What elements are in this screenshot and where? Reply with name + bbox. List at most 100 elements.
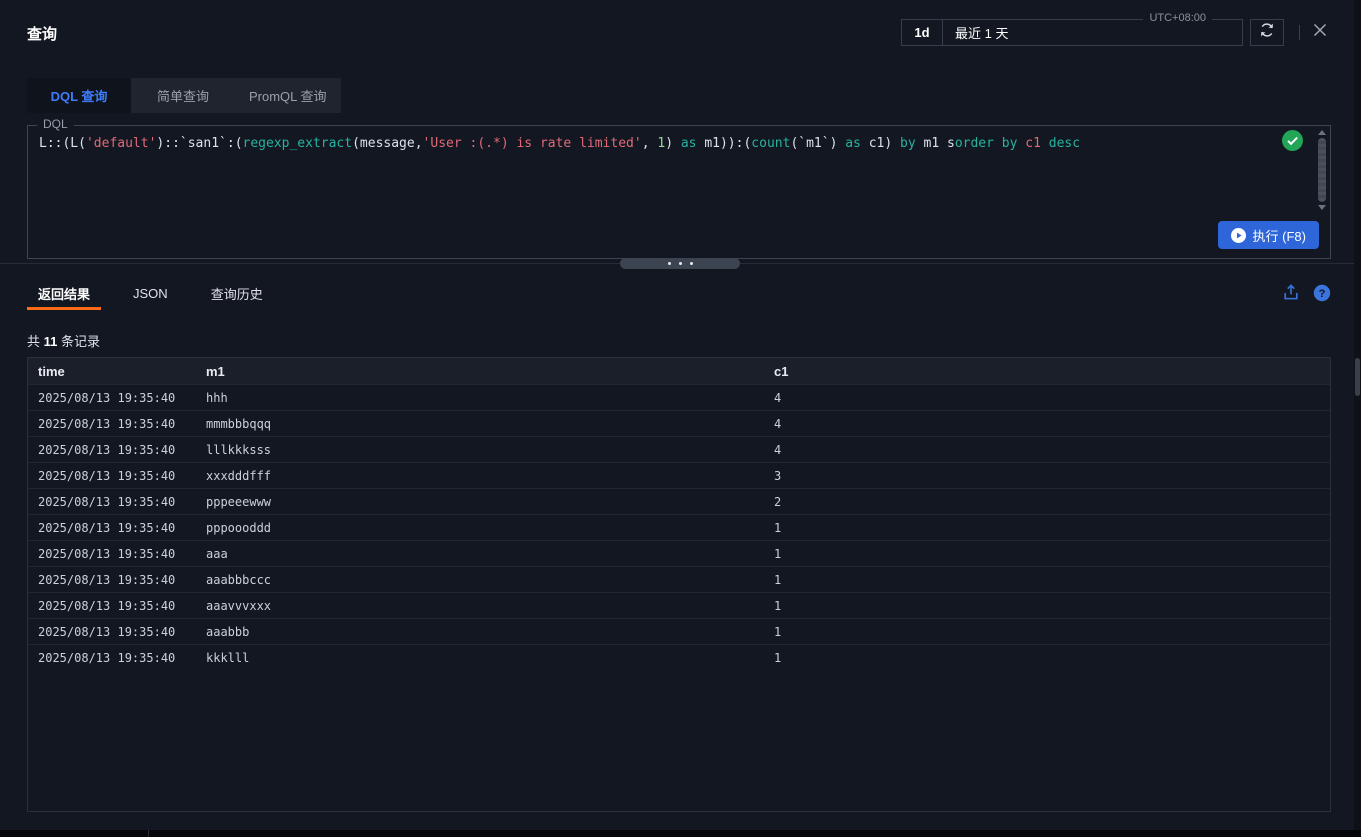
table-cell-m1: kkklll <box>206 651 774 665</box>
table-cell-m1: mmmbbbqqq <box>206 417 774 431</box>
bottom-edge-strip <box>0 830 1361 837</box>
editor-scrollbar-thumb[interactable] <box>1318 138 1326 202</box>
query-token: desc <box>1049 136 1080 151</box>
time-range-label[interactable]: 最近 1 天 <box>943 23 1008 42</box>
query-token: by <box>1002 136 1018 151</box>
query-token: (message, <box>352 136 422 151</box>
table-cell-time: 2025/08/13 19:35:40 <box>28 651 206 665</box>
query-token: order <box>955 136 994 151</box>
editor-scrollbar[interactable] <box>1316 128 1328 212</box>
time-range-picker[interactable]: 1d 最近 1 天 UTC+08:00 <box>901 19 1243 46</box>
table-cell-m1: hhh <box>206 391 774 405</box>
table-cell-m1: pppeeewww <box>206 495 774 509</box>
table-row: 2025/08/13 19:35:40hhh4 <box>28 384 1330 410</box>
time-duration-badge[interactable]: 1d <box>902 20 943 45</box>
play-icon <box>1231 228 1246 243</box>
execute-button-label: 执行 (F8) <box>1253 226 1306 245</box>
execute-button[interactable]: 执行 (F8) <box>1218 221 1319 249</box>
table-cell-c1: 1 <box>774 521 1330 535</box>
table-row: 2025/08/13 19:35:40kkklll1 <box>28 644 1330 670</box>
table-cell-c1: 4 <box>774 443 1330 457</box>
result-tab-json[interactable]: JSON <box>122 277 179 310</box>
table-cell-m1: lllkkksss <box>206 443 774 457</box>
table-row: 2025/08/13 19:35:40pppeeewww2 <box>28 488 1330 514</box>
table-cell-m1: xxxdddfff <box>206 469 774 483</box>
splitter-dot <box>690 262 693 265</box>
record-count-number: 11 <box>44 334 58 349</box>
valid-check-icon <box>1282 130 1303 151</box>
table-cell-c1: 1 <box>774 651 1330 665</box>
result-tab-result[interactable]: 返回结果 <box>27 277 101 310</box>
table-cell-time: 2025/08/13 19:35:40 <box>28 547 206 561</box>
results-table: timem1c1 2025/08/13 19:35:40hhh42025/08/… <box>27 357 1331 812</box>
query-token: count <box>751 136 790 151</box>
export-button[interactable] <box>1282 284 1300 302</box>
query-token: m1)):( <box>697 136 752 151</box>
query-token: m1 s <box>916 136 955 151</box>
scroll-up-icon[interactable] <box>1318 130 1326 135</box>
table-row: 2025/08/13 19:35:40xxxdddfff3 <box>28 462 1330 488</box>
help-button[interactable]: ? <box>1313 284 1331 302</box>
table-row: 2025/08/13 19:35:40aaavvvxxx1 <box>28 592 1330 618</box>
query-token: 'User :(.*) is rate limited' <box>423 136 642 151</box>
table-cell-time: 2025/08/13 19:35:40 <box>28 495 206 509</box>
scroll-down-icon[interactable] <box>1318 205 1326 210</box>
query-tabs: DQL 查询简单查询PromQL 查询 <box>27 78 341 113</box>
query-tab-dql[interactable]: DQL 查询 <box>27 78 131 113</box>
bottom-edge-divider <box>148 830 149 837</box>
query-token: by <box>900 136 916 151</box>
column-header-m1: m1 <box>206 364 774 379</box>
header-divider <box>1299 25 1300 40</box>
query-token: ) <box>665 136 681 151</box>
table-cell-m1: aaa <box>206 547 774 561</box>
query-tab-simple[interactable]: 简单查询 <box>131 78 235 113</box>
page-scrollbar-thumb[interactable] <box>1355 358 1360 396</box>
page-scrollbar[interactable] <box>1354 0 1361 830</box>
table-cell-c1: 1 <box>774 599 1330 613</box>
table-cell-c1: 1 <box>774 573 1330 587</box>
table-cell-c1: 2 <box>774 495 1330 509</box>
table-cell-time: 2025/08/13 19:35:40 <box>28 599 206 613</box>
query-token: 'default' <box>86 136 156 151</box>
query-token: 1 <box>657 136 665 151</box>
table-cell-c1: 4 <box>774 417 1330 431</box>
table-cell-m1: pppoooddd <box>206 521 774 535</box>
dql-query-input[interactable]: L::(L('default')::`san1`:(regexp_extract… <box>28 126 1312 212</box>
query-token: regexp_extract <box>243 136 353 151</box>
table-cell-c1: 1 <box>774 547 1330 561</box>
result-tabs: 返回结果 JSON 查询历史 <box>27 277 295 310</box>
query-token: L::(L( <box>39 136 86 151</box>
result-actions: ? <box>1282 284 1331 302</box>
refresh-button[interactable] <box>1250 19 1284 46</box>
table-cell-m1: aaavvvxxx <box>206 599 774 613</box>
close-button[interactable] <box>1309 22 1331 44</box>
refresh-icon <box>1259 22 1275 43</box>
svg-text:?: ? <box>1319 288 1326 300</box>
query-token <box>1041 136 1049 151</box>
query-token: as <box>681 136 697 151</box>
query-token: (`m1`) <box>790 136 845 151</box>
table-row: 2025/08/13 19:35:40pppoooddd1 <box>28 514 1330 540</box>
query-token: )::`san1`:( <box>156 136 242 151</box>
table-cell-c1: 4 <box>774 391 1330 405</box>
query-tab-promql[interactable]: PromQL 查询 <box>235 78 341 113</box>
page-title: 查询 <box>27 23 57 44</box>
query-token <box>994 136 1002 151</box>
timezone-label: UTC+08:00 <box>1143 12 1212 24</box>
table-cell-c1: 1 <box>774 625 1330 639</box>
table-cell-time: 2025/08/13 19:35:40 <box>28 521 206 535</box>
table-row: 2025/08/13 19:35:40mmmbbbqqq4 <box>28 410 1330 436</box>
result-tab-history[interactable]: 查询历史 <box>200 277 274 310</box>
table-row: 2025/08/13 19:35:40aaa1 <box>28 540 1330 566</box>
record-count: 共 11 条记录 <box>27 331 100 350</box>
table-cell-time: 2025/08/13 19:35:40 <box>28 417 206 431</box>
query-token: as <box>845 136 861 151</box>
dql-editor-panel: DQL L::(L('default')::`san1`:(regexp_ext… <box>27 125 1331 259</box>
header-controls: 1d 最近 1 天 UTC+08:00 <box>901 19 1331 46</box>
table-row: 2025/08/13 19:35:40aaabbb1 <box>28 618 1330 644</box>
splitter-handle[interactable] <box>620 258 740 269</box>
table-cell-time: 2025/08/13 19:35:40 <box>28 469 206 483</box>
splitter-dot <box>668 262 671 265</box>
query-token: , <box>642 136 658 151</box>
column-header-c1: c1 <box>774 364 1330 379</box>
